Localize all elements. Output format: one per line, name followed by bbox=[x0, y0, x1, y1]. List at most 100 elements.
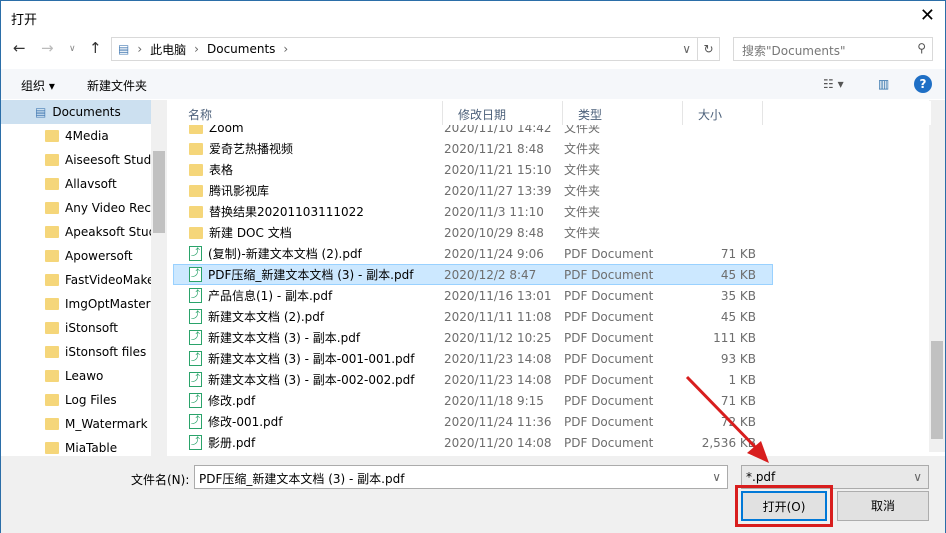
recent-chevron-icon[interactable]: ∨ bbox=[69, 44, 76, 54]
sidebar-item[interactable]: Aiseesoft Studio bbox=[1, 148, 151, 172]
pdf-icon: ⤴ bbox=[189, 246, 202, 261]
sidebar-item[interactable]: Apowersoft bbox=[1, 244, 151, 268]
pdf-icon: ⤴ bbox=[189, 267, 202, 282]
file-date: 2020/11/21 8:48 bbox=[444, 141, 544, 156]
file-type: PDF Document bbox=[564, 309, 654, 324]
file-type: 文件夹 bbox=[564, 163, 601, 177]
file-name: 影册.pdf bbox=[208, 436, 256, 450]
folder-icon bbox=[45, 226, 59, 238]
file-date: 2020/11/12 10:25 bbox=[444, 330, 552, 345]
file-type: PDF Document bbox=[564, 393, 654, 408]
breadcrumb-documents[interactable]: Documents bbox=[207, 42, 275, 56]
sidebar-item[interactable]: iStonsoft bbox=[1, 316, 151, 340]
file-size: 45 KB bbox=[720, 309, 756, 324]
file-date: 2020/11/24 9:06 bbox=[444, 246, 544, 261]
search-icon: ⚲ bbox=[917, 41, 926, 55]
folder-icon bbox=[189, 205, 203, 218]
folder-icon bbox=[45, 370, 59, 382]
refresh-icon[interactable]: ↻ bbox=[698, 37, 720, 61]
filename-label: 文件名(N): bbox=[131, 473, 190, 487]
back-icon[interactable]: ← bbox=[13, 39, 26, 57]
file-size: 71 KB bbox=[720, 246, 756, 261]
sidebar-item[interactable]: MiaTable bbox=[1, 436, 151, 456]
sidebar-item[interactable]: Any Video Recorder bbox=[1, 196, 151, 220]
column-type[interactable]: 类型 bbox=[563, 101, 683, 125]
sidebar-item[interactable]: FastVideoMaker bbox=[1, 268, 151, 292]
folder-icon bbox=[45, 202, 59, 214]
sidebar-scroll-thumb[interactable] bbox=[153, 151, 165, 233]
file-date: 2020/11/11 11:08 bbox=[444, 309, 552, 324]
file-row[interactable]: ⤴ PDF压缩_新建文本文档 (3) - 副本.pdf 2020/12/2 8:47… bbox=[173, 264, 773, 285]
file-name: 新建文本文档 (3) - 副本.pdf bbox=[208, 331, 361, 345]
pdf-icon: ⤴ bbox=[189, 393, 202, 408]
file-name: PDF压缩_新建文本文档 (3) - 副本.pdf bbox=[208, 268, 414, 282]
preview-pane-icon[interactable]: ▥ bbox=[878, 77, 889, 91]
address-dropdown-icon[interactable]: ∨ bbox=[682, 42, 691, 56]
folder-icon bbox=[45, 418, 59, 430]
file-name: 修改-001.pdf bbox=[208, 415, 283, 429]
file-row[interactable]: 表格 2020/11/21 15:10 文件夹 bbox=[173, 159, 773, 180]
view-options-icon[interactable]: ☷ ▾ bbox=[823, 77, 844, 91]
close-icon[interactable]: ✕ bbox=[920, 5, 935, 26]
file-date: 2020/11/23 14:08 bbox=[444, 372, 552, 387]
file-name: 新建文本文档 (3) - 副本-001-001.pdf bbox=[208, 352, 415, 366]
file-type: PDF Document bbox=[564, 414, 654, 429]
file-row[interactable]: 替换结果20201103111022 2020/11/3 11:10 文件夹 bbox=[173, 201, 773, 222]
file-type: PDF Document bbox=[564, 372, 654, 387]
address-bar[interactable]: ▤ › 此电脑 › Documents › ∨ bbox=[111, 37, 698, 61]
file-row[interactable]: ⤴ 产品信息(1) - 副本.pdf 2020/11/16 13:01 PDF Doc… bbox=[173, 285, 773, 306]
file-name: 替换结果20201103111022 bbox=[209, 205, 364, 219]
file-type: PDF Document bbox=[564, 288, 654, 303]
file-name: 表格 bbox=[209, 163, 234, 177]
file-date: 2020/11/27 13:39 bbox=[444, 183, 552, 198]
file-name: 产品信息(1) - 副本.pdf bbox=[208, 289, 333, 303]
file-date: 2020/11/24 11:36 bbox=[444, 414, 552, 429]
pdf-icon: ⤴ bbox=[189, 351, 202, 366]
file-row[interactable]: 腾讯影视库 2020/11/27 13:39 文件夹 bbox=[173, 180, 773, 201]
file-name: 腾讯影视库 bbox=[209, 184, 270, 198]
file-row[interactable]: ⤴ 新建文本文档 (3) - 副本.pdf 2020/11/12 10:25 PDF … bbox=[173, 327, 773, 348]
folder-icon bbox=[45, 178, 59, 190]
file-list-scroll-thumb[interactable] bbox=[931, 341, 943, 439]
file-date: 2020/11/20 14:08 bbox=[444, 435, 552, 450]
sidebar-item[interactable]: Leawo bbox=[1, 364, 151, 388]
file-type: 文件夹 bbox=[564, 184, 601, 198]
search-input[interactable]: 搜索"Documents" ⚲ bbox=[733, 37, 933, 61]
file-type: 文件夹 bbox=[564, 205, 601, 219]
file-name: 爱奇艺热播视频 bbox=[209, 142, 294, 156]
help-icon[interactable]: ? bbox=[914, 75, 932, 93]
file-name: (复制)-新建文本文档 (2).pdf bbox=[208, 247, 362, 261]
file-name: 新建文本文档 (3) - 副本-002-002.pdf bbox=[208, 373, 415, 387]
sidebar-item[interactable]: Allavsoft bbox=[1, 172, 151, 196]
file-size: 45 KB bbox=[720, 267, 756, 282]
filename-input[interactable]: PDF压缩_新建文本文档 (3) - 副本.pdf ∨ bbox=[194, 465, 728, 489]
sidebar-item[interactable]: iStonsoft files bbox=[1, 340, 151, 364]
cancel-button[interactable]: 取消 bbox=[837, 491, 929, 521]
folder-icon bbox=[189, 142, 203, 155]
file-row[interactable]: 新建 DOC 文档 2020/10/29 8:48 文件夹 bbox=[173, 222, 773, 243]
new-folder-button[interactable]: 新建文件夹 bbox=[87, 77, 147, 94]
file-row[interactable]: 爱奇艺热播视频 2020/11/21 8:48 文件夹 bbox=[173, 138, 773, 159]
documents-location-icon: ▤ bbox=[118, 42, 130, 56]
file-row[interactable]: ⤴ 新建文本文档 (3) - 副本-001-001.pdf 2020/11/23 1… bbox=[173, 348, 773, 369]
file-date: 2020/11/18 9:15 bbox=[444, 393, 544, 408]
file-row[interactable]: ⤴ 新建文本文档 (2).pdf 2020/11/11 11:08 PDF Docum… bbox=[173, 306, 773, 327]
organize-menu[interactable]: 组织 ▾ bbox=[21, 77, 55, 94]
pdf-icon: ⤴ bbox=[189, 372, 202, 387]
sidebar-item[interactable]: M_Watermark bbox=[1, 412, 151, 436]
folder-icon bbox=[189, 184, 203, 197]
up-icon[interactable]: ↑ bbox=[89, 39, 102, 57]
sidebar-item[interactable]: Log Files bbox=[1, 388, 151, 412]
column-date[interactable]: 修改日期 bbox=[443, 101, 563, 125]
sidebar-item[interactable]: 4Media bbox=[1, 124, 151, 148]
file-date: 2020/11/23 14:08 bbox=[444, 351, 552, 366]
breadcrumb-this-pc[interactable]: 此电脑 bbox=[150, 41, 186, 58]
column-size[interactable]: 大小 bbox=[683, 101, 763, 125]
file-row[interactable]: ⤴ (复制)-新建文本文档 (2).pdf 2020/11/24 9:06 PDF D… bbox=[173, 243, 773, 264]
sidebar-item[interactable]: Apeaksoft Studio bbox=[1, 220, 151, 244]
sidebar-item[interactable]: ▤ Documents bbox=[1, 100, 151, 124]
forward-icon[interactable]: → bbox=[41, 39, 54, 57]
sidebar-item[interactable]: ImgOptMaster bbox=[1, 292, 151, 316]
folder-icon bbox=[45, 442, 59, 454]
column-name[interactable]: 名称 bbox=[173, 101, 443, 125]
